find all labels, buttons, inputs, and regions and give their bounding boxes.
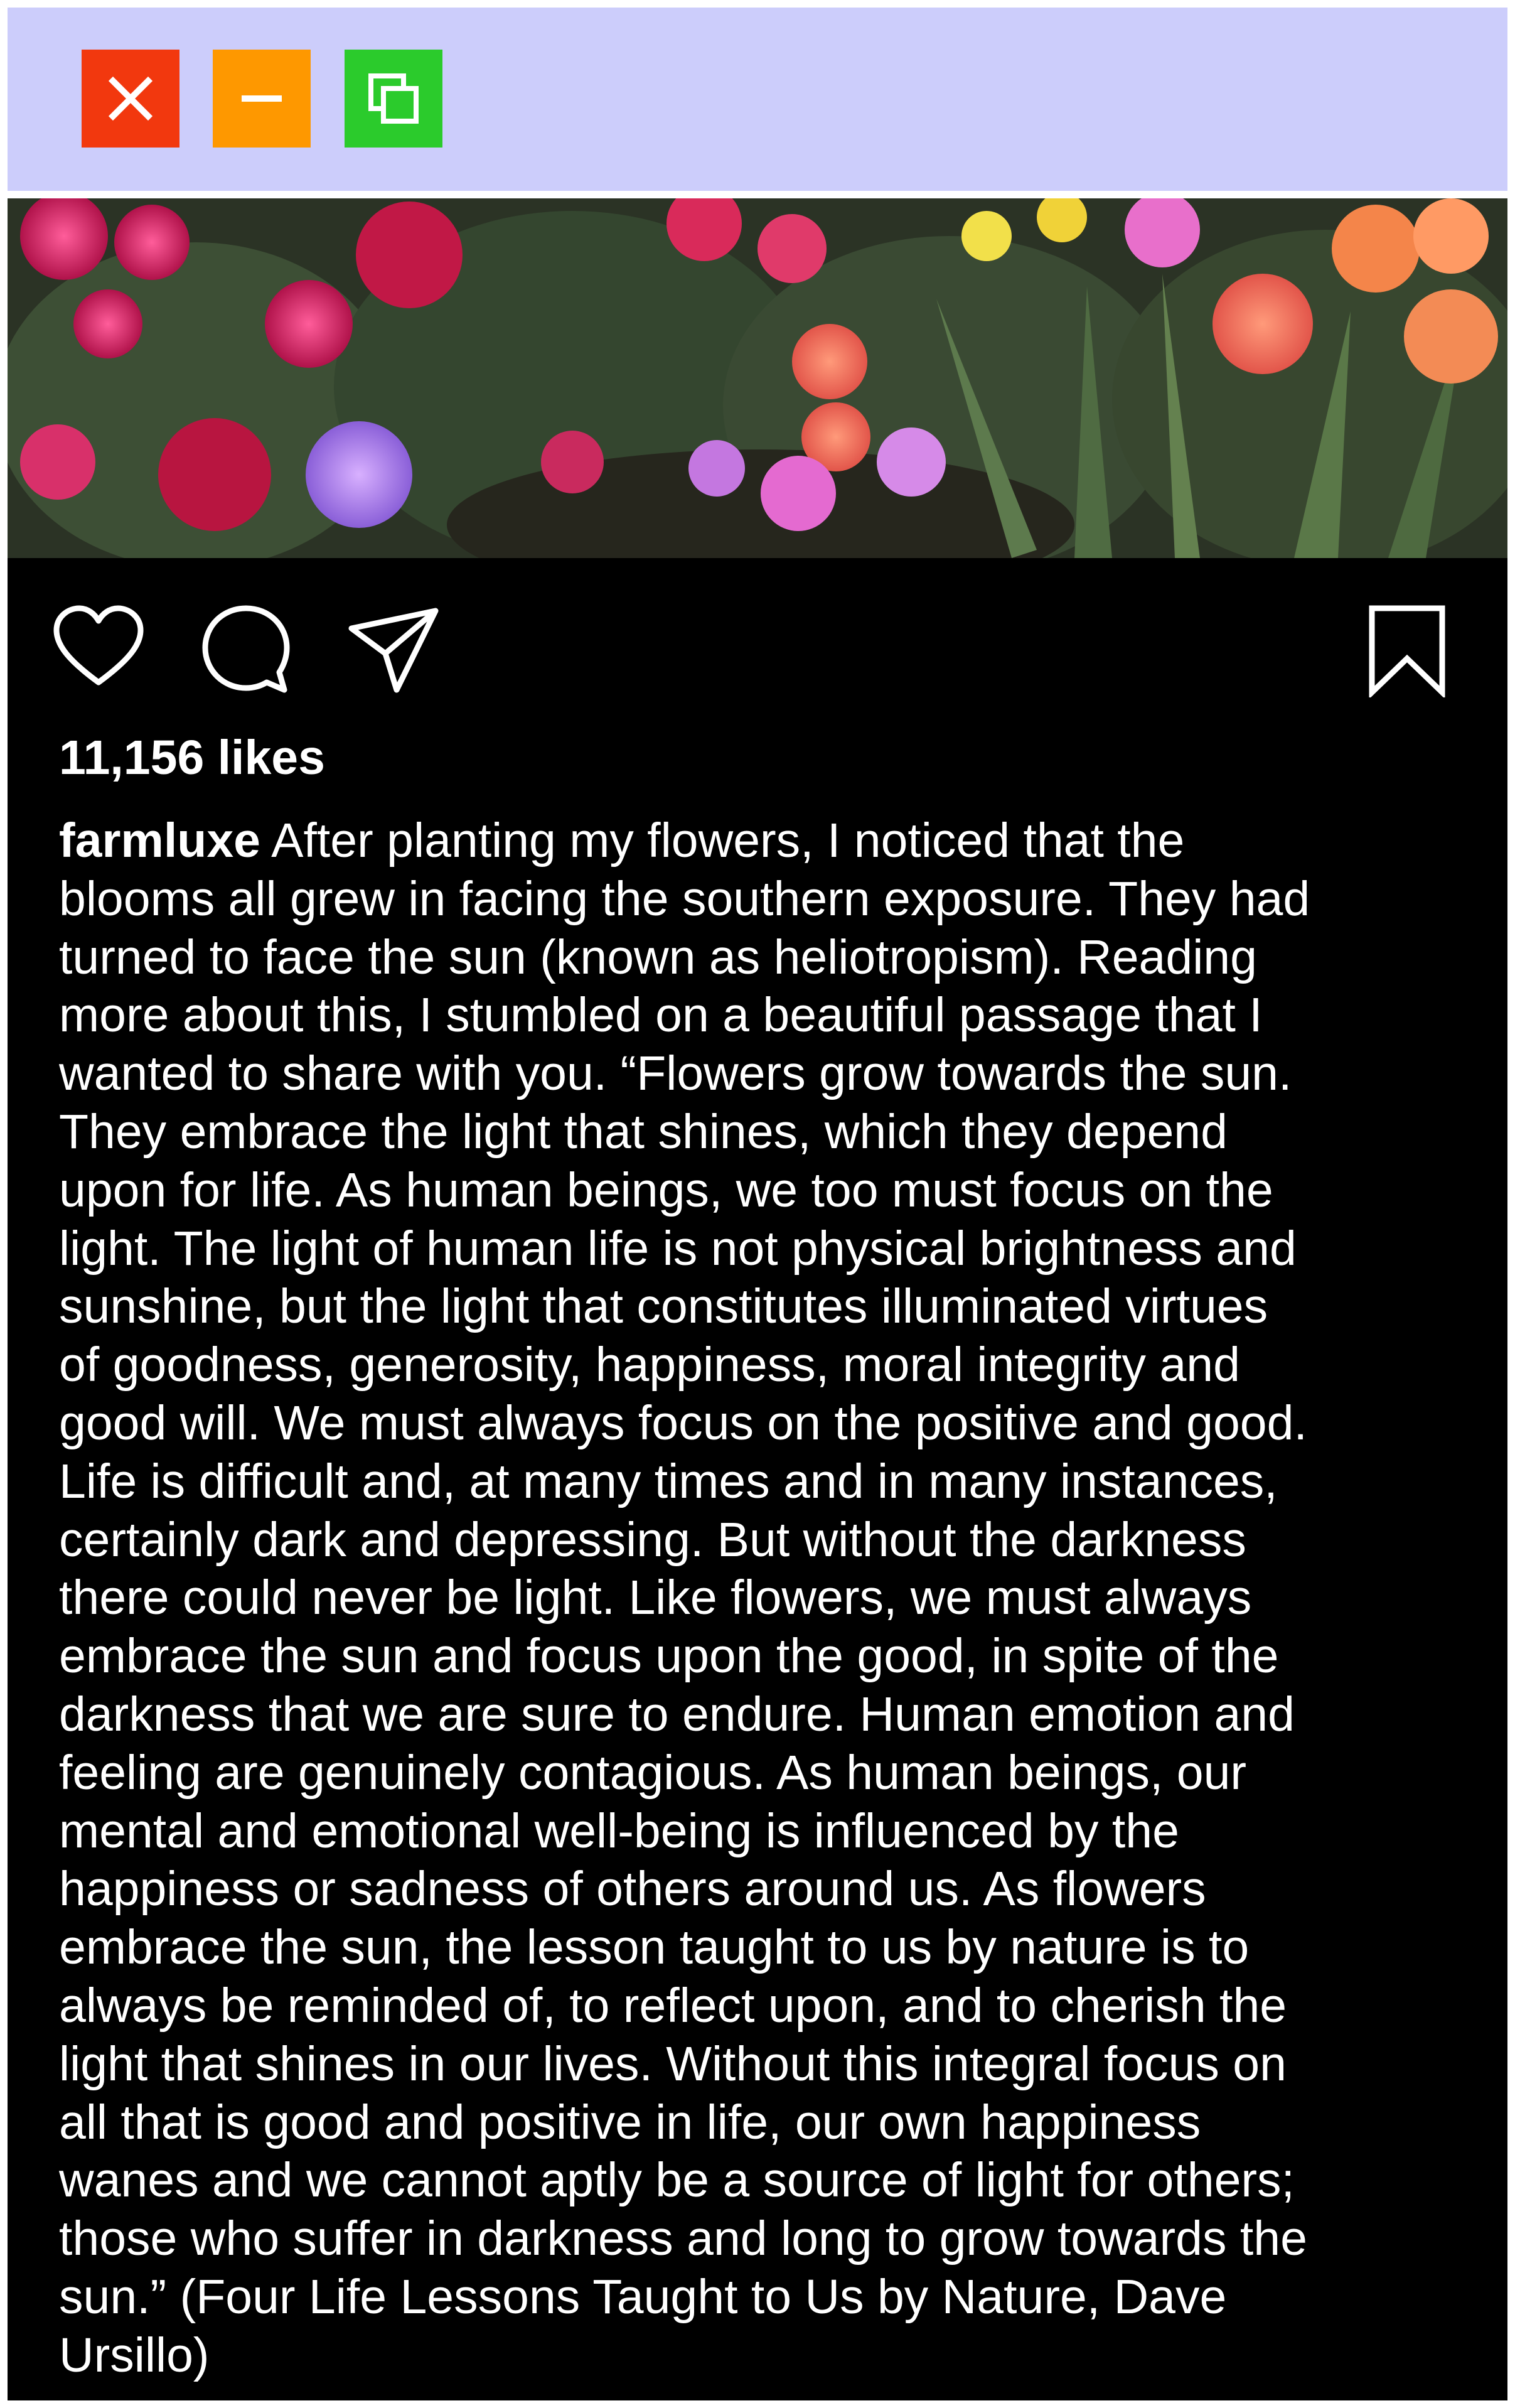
caption-line: sun.” (Four Life Lessons Taught to Us by… xyxy=(59,2269,1227,2324)
like-button[interactable] xyxy=(51,602,146,696)
share-button[interactable] xyxy=(346,602,441,696)
comment-icon xyxy=(202,605,290,693)
caption-line: They embrace the light that shines, whic… xyxy=(59,1104,1228,1159)
caption-line: upon for life. As human beings, we too m… xyxy=(59,1163,1273,1217)
post-caption: farmluxe After planting my flowers, I no… xyxy=(59,812,1452,2385)
minimize-icon xyxy=(242,95,282,102)
caption-line: light that shines in our lives. Without … xyxy=(59,2036,1287,2091)
caption-line: light. The light of human life is not ph… xyxy=(59,1221,1297,1276)
caption-line: embrace the sun, the lesson taught to us… xyxy=(59,1920,1250,1975)
comment-button[interactable] xyxy=(199,602,293,696)
caption-line: Life is difficult and, at many times and… xyxy=(59,1454,1278,1508)
bookmark-button[interactable] xyxy=(1363,603,1451,697)
like-count[interactable]: 11,156 likes xyxy=(59,734,325,782)
caption-line: feeling are genuinely contagious. As hum… xyxy=(59,1745,1247,1800)
caption-line: wanes and we cannot aptly be a source of… xyxy=(59,2153,1295,2208)
caption-line: darkness that we are sure to endure. Hum… xyxy=(59,1687,1295,1741)
caption-line: farmluxe After planting my flowers, I no… xyxy=(59,814,1185,868)
share-icon xyxy=(348,608,439,693)
caption-line: certainly dark and depressing. But witho… xyxy=(59,1512,1246,1567)
caption-line: more about this, I stumbled on a beautif… xyxy=(59,988,1263,1043)
caption-line: all that is good and positive in life, o… xyxy=(59,2095,1201,2149)
caption-line: there could never be light. Like flowers… xyxy=(59,1571,1252,1625)
caption-line: blooms all grew in facing the southern e… xyxy=(59,871,1310,926)
caption-line: wanted to share with you. “Flowers grow … xyxy=(59,1046,1292,1101)
maximize-icon xyxy=(368,73,419,124)
flower-garden-photo xyxy=(8,198,1507,558)
caption-line: those who suffer in darkness and long to… xyxy=(59,2212,1307,2266)
close-button[interactable] xyxy=(82,50,179,148)
bookmark-icon xyxy=(1369,605,1445,697)
caption-line: embrace the sun and focus upon the good,… xyxy=(59,1629,1279,1684)
caption-line: happiness or sadness of others around us… xyxy=(59,1862,1206,1916)
caption-line: always be reminded of, to reflect upon, … xyxy=(59,1978,1287,2033)
caption-line: Ursillo) xyxy=(59,2328,210,2382)
minimize-button[interactable] xyxy=(213,50,311,148)
caption-line: mental and emotional well-being is influ… xyxy=(59,1803,1179,1858)
window-titlebar xyxy=(8,8,1507,191)
caption-line: of goodness, generosity, happiness, mora… xyxy=(59,1338,1240,1392)
caption-line: good will. We must always focus on the p… xyxy=(59,1395,1307,1450)
close-icon xyxy=(108,76,153,121)
maximize-button[interactable] xyxy=(345,50,442,148)
username-link[interactable]: farmluxe xyxy=(59,814,260,868)
heart-icon xyxy=(53,605,144,685)
caption-line: sunshine, but the light that constitutes… xyxy=(59,1279,1268,1334)
caption-line: turned to face the sun (known as heliotr… xyxy=(59,930,1257,984)
instagram-post: 11,156 likes farmluxe After planting my … xyxy=(8,558,1507,2400)
